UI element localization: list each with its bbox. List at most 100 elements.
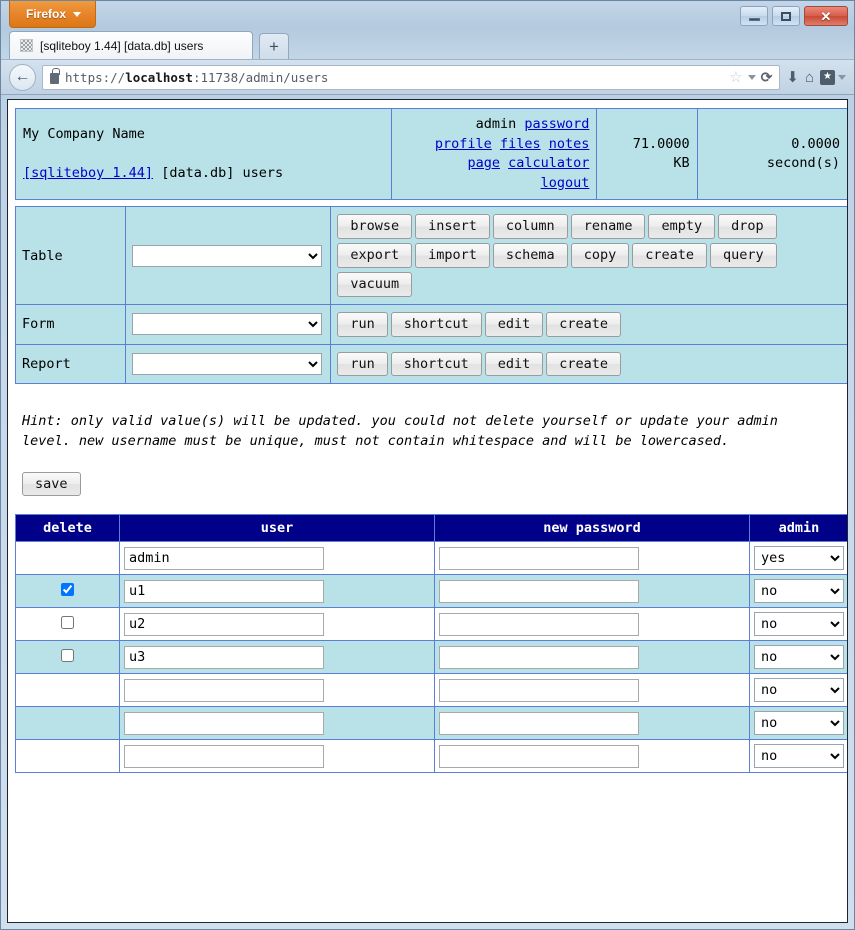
reload-icon[interactable]: ⟳ [761, 70, 773, 84]
browser-window: Firefox ✕ [sqliteboy 1.44] [data.db] use… [0, 0, 855, 930]
table-copy-button[interactable]: copy [570, 243, 630, 268]
form-edit-button[interactable]: edit [484, 311, 544, 337]
admin-select[interactable]: yesno [754, 579, 844, 604]
column-header-new-password: new password [434, 514, 750, 543]
table-schema-button[interactable]: schema [492, 243, 568, 268]
sqliteboy-version-link[interactable]: [sqliteboy 1.44] [23, 165, 153, 181]
cell-admin: yesno [749, 706, 847, 741]
table-insert-button[interactable]: insert [415, 214, 490, 240]
bookmarks-icon: ★ [820, 69, 835, 85]
toolbar-row-table: Table browse insert column rename empty drop ex… [14, 206, 847, 305]
form-select[interactable] [132, 313, 323, 336]
table-row: yesno [15, 739, 847, 774]
db-size-value: 71.0000 [632, 135, 690, 152]
toolbar-select-cell [125, 343, 332, 385]
cell-delete [15, 706, 120, 741]
info-header-table: My Company Name [sqliteboy 1.44] [data.d… [15, 107, 847, 201]
logout-link[interactable]: logout [541, 175, 590, 191]
object-toolbar-table: Table browse insert column rename empty drop ex… [14, 206, 847, 385]
new-password-input[interactable] [439, 546, 639, 570]
back-button[interactable]: ← [9, 63, 36, 91]
users-table-body: yesno yesno yesno yesno yesno yesno yesno [15, 541, 847, 774]
report-select[interactable] [132, 353, 323, 376]
admin-select[interactable]: yesno [754, 744, 844, 769]
form-shortcut-button[interactable]: shortcut [390, 311, 482, 337]
page-viewport: My Company Name [sqliteboy 1.44] [data.d… [7, 99, 848, 923]
new-password-input[interactable] [439, 678, 639, 702]
user-input[interactable] [124, 612, 324, 636]
table-browse-button[interactable]: browse [337, 214, 413, 240]
table-rename-button[interactable]: rename [570, 214, 646, 240]
table-drop-button[interactable]: drop [718, 214, 777, 240]
report-create-button[interactable]: create [546, 351, 622, 377]
chevron-down-icon[interactable] [747, 74, 756, 80]
table-vacuum-button[interactable]: vacuum [337, 271, 413, 297]
table-empty-button[interactable]: empty [648, 214, 716, 240]
delete-checkbox[interactable] [61, 648, 74, 662]
new-password-input[interactable] [439, 612, 639, 636]
page-section: users [242, 165, 284, 182]
navigation-toolbar: ← https://localhost:11738/admin/users ☆ … [1, 59, 854, 95]
report-shortcut-button[interactable]: shortcut [390, 351, 482, 377]
save-button[interactable]: save [22, 471, 81, 497]
notes-link[interactable]: notes [549, 136, 590, 152]
report-edit-button[interactable]: edit [484, 351, 544, 377]
new-tab-button[interactable]: + [259, 33, 289, 59]
exec-time-unit: second(s) [766, 155, 840, 172]
cell-user [119, 541, 435, 576]
admin-select[interactable]: yesno [754, 612, 844, 637]
calculator-link[interactable]: calculator [508, 155, 589, 171]
form-create-button[interactable]: create [546, 311, 622, 337]
table-query-button[interactable]: query [710, 243, 777, 268]
new-password-input[interactable] [439, 711, 639, 735]
save-button-wrap: save [22, 470, 841, 499]
app-breadcrumb: [sqliteboy 1.44] [data.db] users [23, 164, 384, 184]
password-link[interactable]: password [524, 116, 589, 132]
files-link[interactable]: files [500, 136, 541, 152]
profile-link[interactable]: profile [435, 136, 492, 152]
cell-delete [15, 673, 120, 708]
user-input[interactable] [124, 744, 324, 768]
url-bar[interactable]: https://localhost:11738/admin/users ☆ ⟳ [42, 64, 781, 90]
table-select[interactable] [132, 244, 323, 267]
chevron-down-icon [838, 74, 846, 80]
column-header-user: user [119, 514, 435, 543]
new-password-input[interactable] [439, 744, 639, 768]
info-header-row: My Company Name [sqliteboy 1.44] [data.d… [15, 107, 847, 201]
toolbar-buttons-cell: run shortcut edit create [330, 303, 847, 345]
bookmark-star-icon[interactable]: ☆ [729, 70, 742, 85]
admin-select[interactable]: yesno [754, 711, 844, 736]
title-bar: Firefox ✕ [1, 1, 854, 29]
close-icon: ✕ [820, 8, 832, 24]
maximize-button[interactable] [772, 6, 800, 26]
cell-user [119, 574, 435, 609]
user-input[interactable] [124, 546, 324, 570]
form-run-button[interactable]: run [337, 311, 388, 337]
minimize-button[interactable] [740, 6, 768, 26]
home-icon[interactable]: ⌂ [805, 70, 814, 85]
new-password-input[interactable] [439, 579, 639, 603]
user-input[interactable] [124, 579, 324, 603]
current-user-label: admin [475, 116, 517, 132]
close-button[interactable]: ✕ [804, 6, 848, 26]
admin-select[interactable]: yesno [754, 678, 844, 703]
user-input[interactable] [124, 645, 324, 669]
delete-checkbox[interactable] [61, 582, 74, 596]
admin-select[interactable]: yesno [754, 645, 844, 670]
report-run-button[interactable]: run [337, 351, 388, 377]
table-export-button[interactable]: export [337, 243, 413, 268]
page-link[interactable]: page [467, 155, 500, 171]
firefox-menu-button[interactable]: Firefox [9, 1, 97, 28]
table-import-button[interactable]: import [415, 243, 490, 268]
downloads-icon[interactable]: ⬇ [786, 70, 799, 85]
admin-select[interactable]: yesno [754, 546, 844, 571]
table-column-button[interactable]: column [492, 214, 568, 240]
browser-tab[interactable]: [sqliteboy 1.44] [data.db] users [9, 31, 253, 59]
new-password-input[interactable] [439, 645, 639, 669]
bookmarks-menu-button[interactable]: ★ [820, 69, 846, 85]
user-input[interactable] [124, 678, 324, 702]
table-create-button[interactable]: create [632, 243, 707, 268]
delete-checkbox[interactable] [61, 615, 74, 629]
user-input[interactable] [124, 711, 324, 735]
cell-new-password [434, 574, 750, 609]
